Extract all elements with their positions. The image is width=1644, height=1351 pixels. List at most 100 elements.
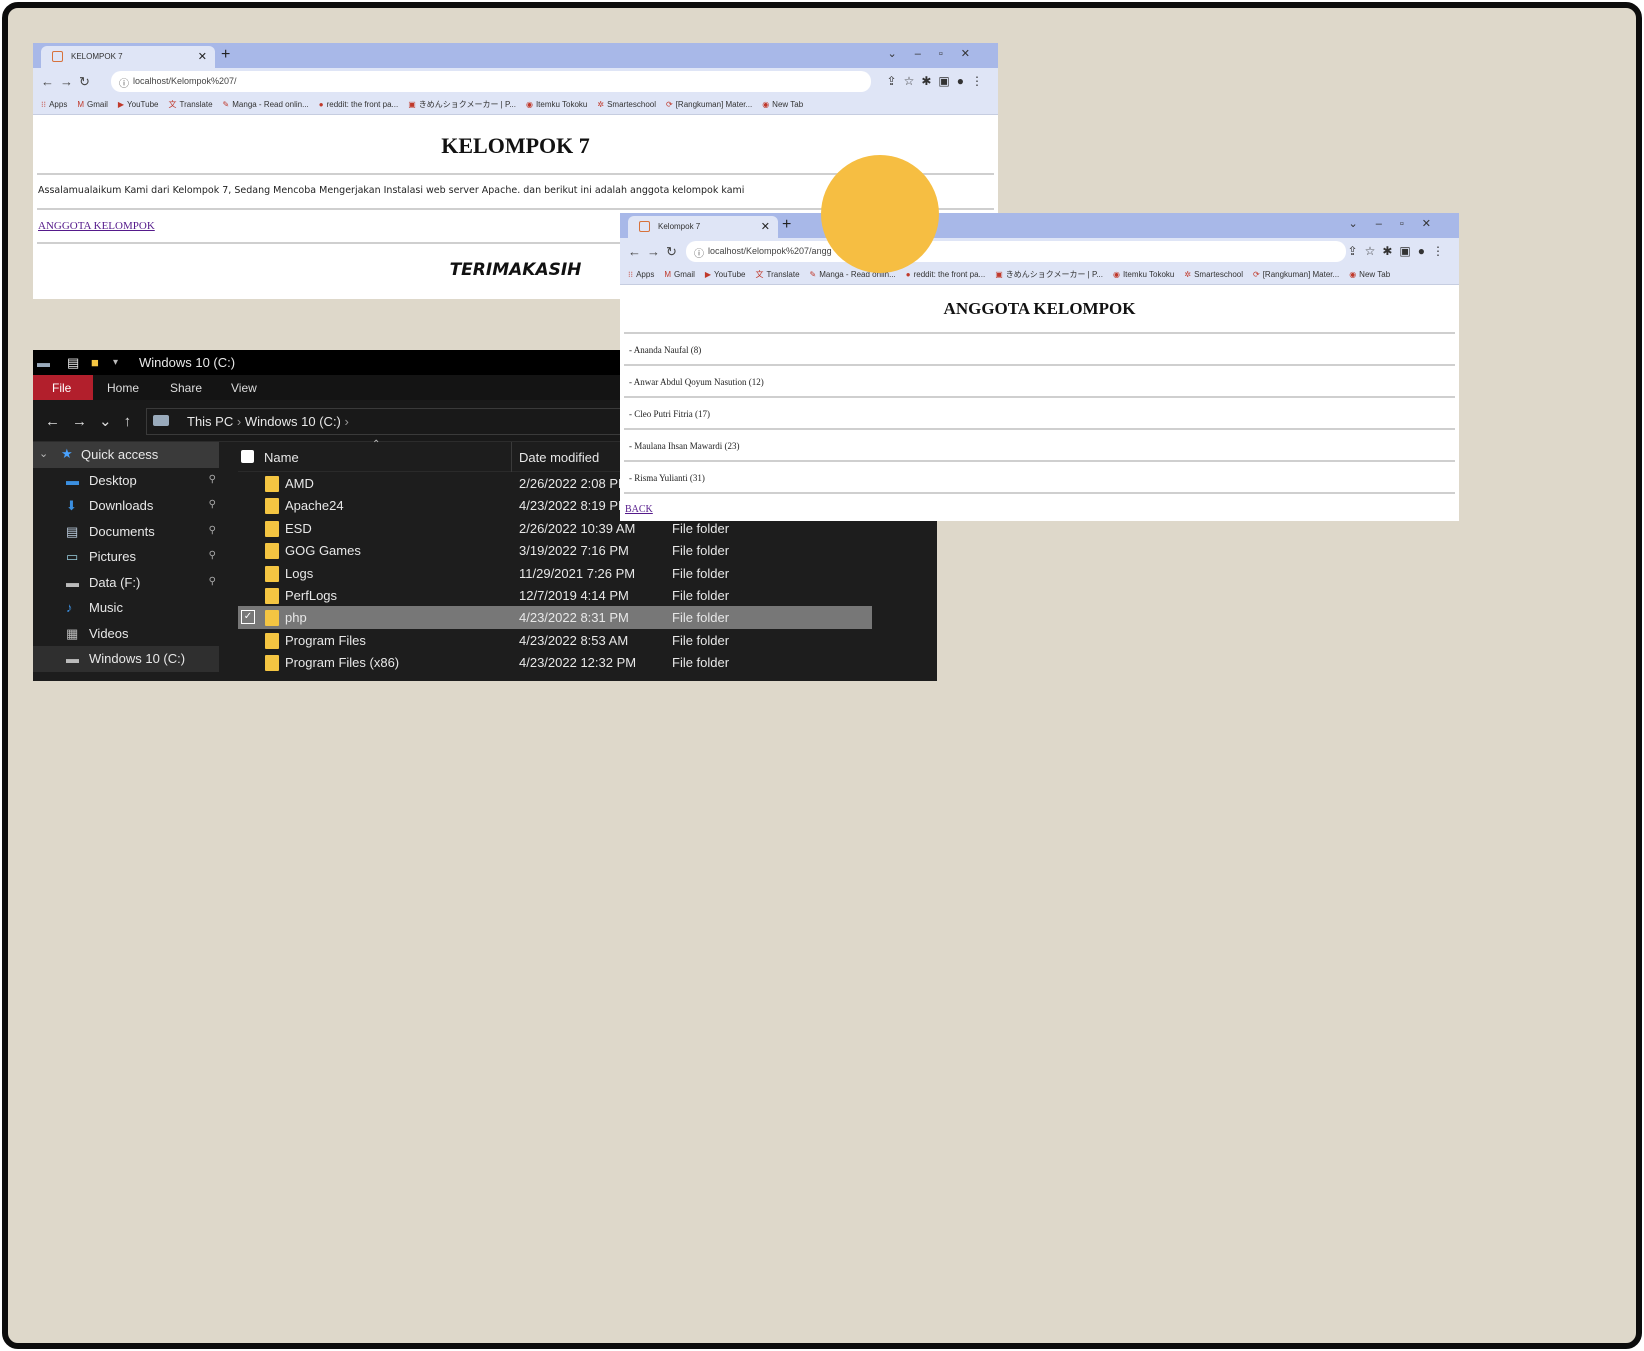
properties-icon[interactable]: ▤: [67, 355, 79, 371]
bookmark-item[interactable]: ⟳ [Rangkuman] Mater...: [1253, 270, 1339, 279]
file-row[interactable]: Program Files 4/23/2022 8:53 AM File folde…: [238, 629, 937, 651]
bookmark-icon: ●: [905, 270, 911, 279]
sidebar-item[interactable]: ▬ Windows 10 (C:): [33, 646, 219, 672]
bookmark-item[interactable]: 文 Translate: [168, 99, 212, 110]
bookmark-item[interactable]: ● reddit: the front pa...: [319, 100, 398, 109]
folder-icon: [265, 565, 279, 582]
file-row[interactable]: Logs 11/29/2021 7:26 PM File folder: [238, 562, 937, 584]
url-text: localhost/Kelompok%207/: [133, 76, 237, 86]
bookmark-item[interactable]: ▶ YouTube: [705, 270, 746, 279]
bookmark-item[interactable]: M Gmail: [77, 100, 108, 109]
column-date-modified[interactable]: Date modified: [519, 450, 599, 465]
pin-icon[interactable]: ⚲: [209, 550, 216, 561]
bookmark-icon: M: [664, 270, 671, 279]
bookmark-label: Gmail: [674, 270, 695, 279]
browser-tab[interactable]: KELOMPOK 7 ✕: [41, 46, 215, 68]
drive-icon: ▬: [66, 574, 79, 590]
breadcrumb-drive[interactable]: Windows 10 (C:): [245, 414, 341, 429]
bookmark-label: [Rangkuman] Mater...: [1262, 270, 1340, 279]
breadcrumb-this-pc[interactable]: This PC: [187, 414, 233, 429]
sidebar-item[interactable]: ▬ Data (F:) ⚲: [33, 570, 219, 596]
row-checkbox[interactable]: ✓: [241, 610, 255, 625]
close-tab-icon[interactable]: ✕: [198, 50, 207, 63]
back-link[interactable]: BACK: [620, 494, 1459, 521]
bookmark-item[interactable]: ▶ YouTube: [118, 100, 159, 109]
bookmark-icon: ◉: [762, 100, 770, 109]
folder-icon: [265, 543, 279, 560]
folder-icon: [265, 587, 279, 604]
sidebar-item[interactable]: ⌄ ★ Quick access: [33, 442, 219, 468]
column-separator[interactable]: [511, 442, 512, 472]
column-name[interactable]: Name: [264, 450, 299, 465]
toolbar-actions-icon[interactable]: ⇪☆✱▣●⋮: [887, 74, 990, 88]
bookmark-item[interactable]: ✲ Smarteschool: [1184, 270, 1243, 279]
file-row[interactable]: PerfLogs 12/7/2019 4:14 PM File folder: [238, 584, 937, 606]
sidebar-label: Documents: [89, 523, 155, 539]
sidebar-item[interactable]: ⬇ Downloads ⚲: [33, 493, 219, 519]
tab-bar: KELOMPOK 7 ✕ + ⌄–▫✕: [33, 43, 998, 68]
file-type: File folder: [672, 655, 730, 671]
bookmark-item[interactable]: ✎ Manga - Read onlin...: [223, 100, 309, 109]
tab-title: KELOMPOK 7: [71, 52, 123, 61]
sidebar-item[interactable]: ▦ Videos: [33, 621, 219, 647]
bookmark-item[interactable]: ⁝⁝ Apps: [628, 270, 654, 279]
tab-bar: Kelompok 7 ✕ + ⌄–▫✕: [620, 213, 1459, 238]
file-type: File folder: [672, 632, 730, 648]
sidebar-item[interactable]: ♪ Music: [33, 595, 219, 621]
bookmark-item[interactable]: ▣ きめんショクメーカー | P...: [995, 269, 1103, 280]
nav-arrows-icon[interactable]: ←→↻: [41, 74, 96, 90]
folder-icon[interactable]: ■: [91, 355, 99, 370]
bookmark-icon: ⁝⁝: [628, 270, 634, 279]
ribbon-tab-view[interactable]: View: [231, 381, 257, 395]
pin-icon[interactable]: ⚲: [209, 576, 216, 587]
ribbon-tab-file[interactable]: File: [33, 375, 93, 400]
decorative-circle: [821, 155, 939, 273]
bookmark-item[interactable]: ◉ New Tab: [1349, 270, 1390, 279]
pin-icon[interactable]: ⚲: [209, 499, 216, 510]
new-tab-icon[interactable]: +: [782, 216, 791, 234]
bookmark-item[interactable]: 文 Translate: [755, 269, 799, 280]
pin-icon[interactable]: ⚲: [209, 474, 216, 485]
chevron-down-icon[interactable]: ⌄: [39, 447, 48, 460]
tab-title: Kelompok 7: [658, 222, 701, 231]
bookmark-icon: ◉: [1112, 270, 1120, 279]
dropdown-icon[interactable]: ▾: [113, 357, 118, 368]
browser-tab[interactable]: Kelompok 7 ✕: [628, 216, 778, 238]
toolbar-actions-icon[interactable]: ⇪☆✱▣●⋮: [1348, 244, 1451, 258]
file-name: Logs: [285, 565, 314, 581]
address-bar[interactable]: ⓘ localhost/Kelompok%207/: [111, 71, 871, 92]
bookmark-item[interactable]: ▣ きめんショクメーカー | P...: [408, 99, 516, 110]
bookmark-item[interactable]: ✲ Smarteschool: [597, 100, 656, 109]
address-bar[interactable]: ⓘ localhost/Kelompok%207/angg: [686, 241, 1346, 262]
sidebar-item[interactable]: ▤ Documents ⚲: [33, 519, 219, 545]
bookmark-label: Gmail: [87, 100, 108, 109]
file-row[interactable]: Program Files (x86) 4/23/2022 12:32 PM Fil…: [238, 651, 937, 673]
close-tab-icon[interactable]: ✕: [761, 220, 770, 233]
bookmark-item[interactable]: ◉ New Tab: [762, 100, 803, 109]
window-controls[interactable]: ⌄–▫✕: [1349, 217, 1449, 230]
select-all-checkbox[interactable]: [241, 450, 254, 463]
ribbon-tab-share[interactable]: Share: [170, 381, 202, 395]
bookmark-icon: ▣: [408, 100, 416, 109]
ribbon-tab-home[interactable]: Home: [107, 381, 139, 395]
nav-arrows-icon[interactable]: ←→⌄↑: [45, 412, 143, 430]
nav-arrows-icon[interactable]: ←→↻: [628, 244, 683, 260]
pin-icon[interactable]: ⚲: [209, 525, 216, 536]
bookmark-item[interactable]: ⁝⁝ Apps: [41, 100, 67, 109]
bookmark-item[interactable]: ● reddit: the front pa...: [906, 270, 985, 279]
bookmark-item[interactable]: ◉ Itemku Tokoku: [1113, 270, 1174, 279]
bookmark-item[interactable]: ◉ Itemku Tokoku: [526, 100, 587, 109]
file-row[interactable]: GOG Games 3/19/2022 7:16 PM File folder: [238, 539, 937, 561]
sidebar-item[interactable]: ▭ Pictures ⚲: [33, 544, 219, 570]
bookmark-icon: 文: [168, 100, 177, 109]
window-controls[interactable]: ⌄–▫✕: [888, 47, 988, 60]
bookmark-item[interactable]: M Gmail: [664, 270, 695, 279]
file-type: File folder: [672, 610, 730, 626]
favicon-icon: [52, 51, 63, 62]
file-name: php: [285, 610, 307, 626]
bookmark-item[interactable]: ⟳ [Rangkuman] Mater...: [666, 100, 752, 109]
new-tab-icon[interactable]: +: [221, 46, 230, 64]
sidebar-item[interactable]: ▬ Desktop ⚲: [33, 468, 219, 494]
file-row[interactable]: ✓ php 4/23/2022 8:31 PM File folder: [238, 606, 872, 629]
bookmark-icon: ▣: [995, 270, 1003, 279]
